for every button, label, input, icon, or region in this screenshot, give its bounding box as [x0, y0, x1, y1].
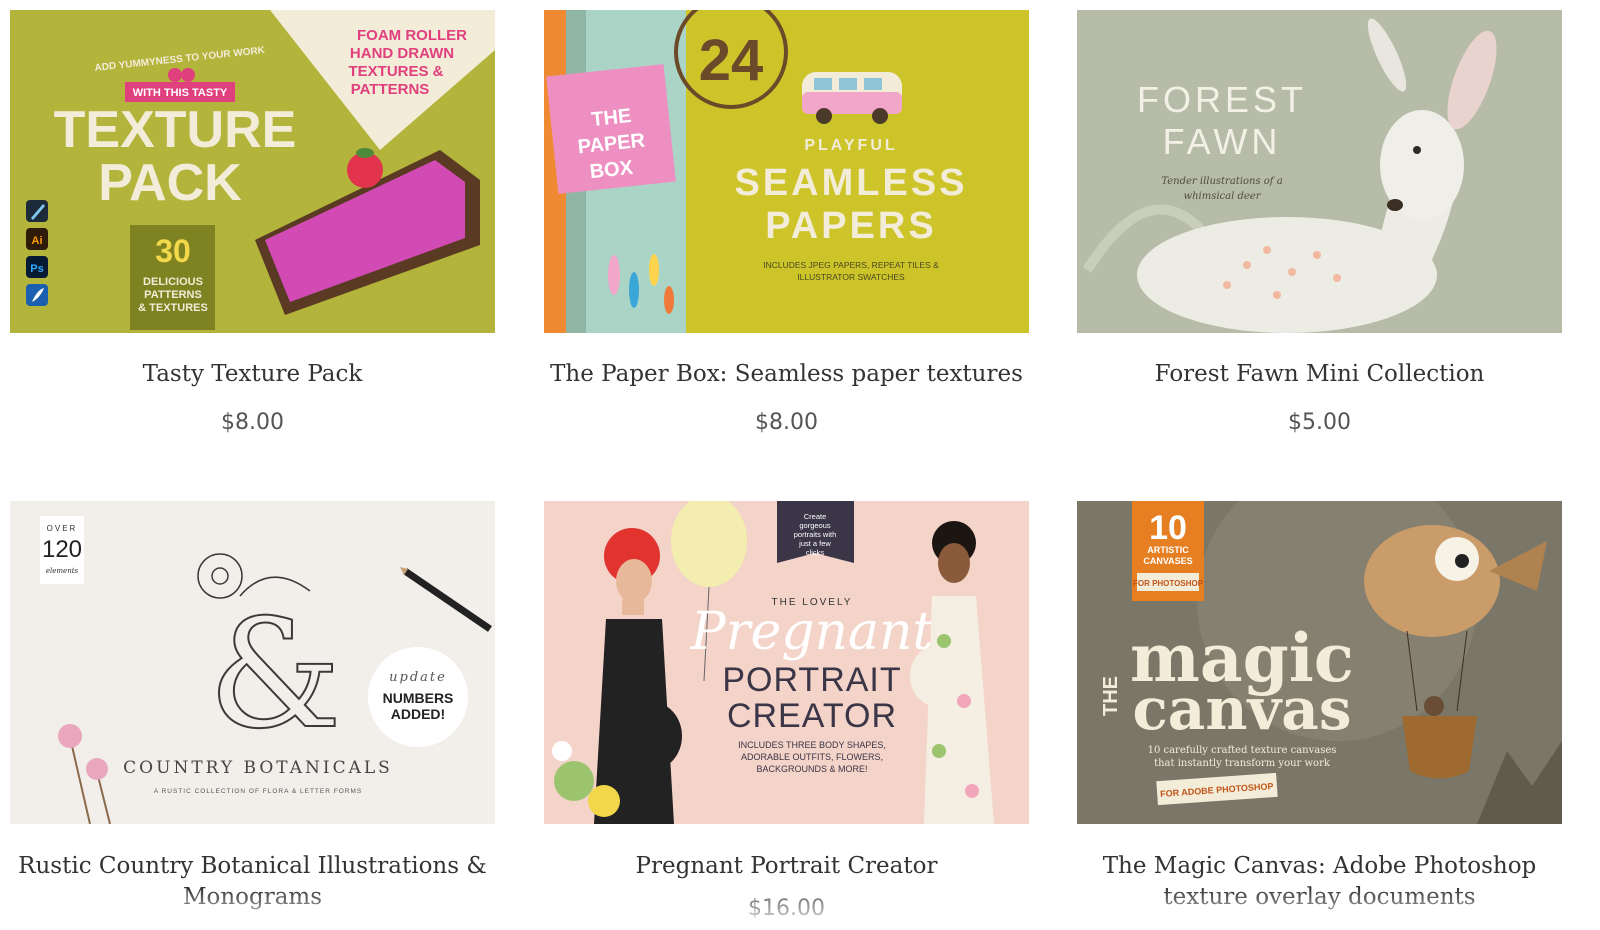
art-headline-2: CREATOR [727, 697, 897, 735]
art-corner-4: PATTERNS [351, 81, 430, 98]
art-headline-2: FAWN [1163, 121, 1282, 162]
art-badge-2: ADDED! [391, 706, 445, 722]
art-elements: elements [46, 567, 79, 575]
art-headline-2: PACK [98, 154, 242, 212]
product-title[interactable]: The Magic Canvas: Adobe Photoshop textur… [1077, 851, 1562, 913]
art-badge-1: NUMBERS [383, 690, 454, 706]
art-count-1: ARTISTIC [1147, 545, 1189, 555]
art-headline-2: PAPERS [765, 205, 936, 247]
product-price: $16.00 [748, 896, 825, 921]
art-count-3: FOR PHOTOSHOP [1133, 579, 1204, 588]
art-headline-2: canvas [1132, 675, 1351, 743]
product-price: $5.00 [1288, 410, 1351, 435]
art-small-3: BACKGROUNDS & MORE! [756, 764, 867, 774]
art-small-2: ADORABLE OUTFITS, FLOWERS, [741, 752, 883, 762]
product-image[interactable]: 10 ARTISTIC CANVASES FOR PHOTOSHOP THE m… [1077, 501, 1562, 824]
product-image[interactable]: FOAM ROLLER HAND DRAWN TEXTURES & PATTER… [10, 10, 495, 333]
svg-text:Ai: Ai [32, 235, 43, 247]
art-the: THE [1100, 676, 1122, 716]
art-tag-2: gorgeous [799, 521, 831, 530]
art-tagline-2: whimsical deer [1184, 191, 1262, 202]
art-corner-1: FOAM ROLLER [357, 27, 467, 44]
art-small-1: INCLUDES THREE BODY SHAPES, [738, 740, 886, 750]
art-headline-1: PORTRAIT [722, 661, 901, 699]
art-count-2: CANVASES [1143, 556, 1192, 566]
art-headline-1: SEAMLESS [734, 162, 967, 204]
product-title[interactable]: Rustic Country Botanical Illustrations &… [10, 851, 495, 913]
product-title[interactable]: Forest Fawn Mini Collection [1077, 359, 1562, 390]
art-count-3: & TEXTURES [138, 302, 208, 314]
svg-text:Ps: Ps [30, 263, 43, 275]
product-image[interactable]: Create gorgeous portraits with just a fe… [544, 501, 1029, 824]
art-box-3: BOX [589, 157, 635, 183]
product-title[interactable]: Tasty Texture Pack [10, 359, 495, 390]
product-image[interactable]: FOREST FAWN Tender illustrations of a wh… [1077, 10, 1562, 333]
art-count: 24 [699, 28, 764, 93]
art-corner-2: HAND DRAWN [350, 45, 454, 62]
art-sub: PLAYFUL [804, 137, 897, 154]
art-over: OVER [47, 524, 78, 533]
product-price: $8.00 [755, 410, 818, 435]
art-tag-4: just a few [798, 539, 831, 548]
art-corner-3: TEXTURES & [348, 63, 443, 80]
product-image[interactable]: THE PAPER BOX 24 PLAYFUL SEAMLESS PAPERS… [544, 10, 1029, 333]
art-small-1: 10 carefully crafted texture canvases [1148, 745, 1337, 756]
art-script: Pregnant [690, 602, 934, 662]
art-tag-3: portraits with [794, 530, 837, 539]
art-small-2: ILLUSTRATOR SWATCHES [797, 272, 905, 282]
svg-text:&: & [208, 588, 342, 762]
art-count-1: DELICIOUS [143, 276, 203, 288]
art-count: 30 [155, 233, 191, 269]
art-ribbon: WITH THIS TASTY [133, 87, 228, 99]
art-tag-1: Create [804, 512, 827, 521]
art-headline-1: TEXTURE [54, 101, 297, 159]
art-count: 10 [1149, 509, 1187, 547]
product-title[interactable]: The Paper Box: Seamless paper textures [544, 359, 1029, 390]
art-headline-1: FOREST [1137, 79, 1307, 120]
art-small-1: INCLUDES JPEG PAPERS, REPEAT TILES & [763, 260, 939, 270]
art-count: 120 [42, 536, 82, 563]
art-box-1: THE [590, 105, 632, 131]
art-tag-5: clicks [806, 548, 825, 557]
product-price: $8.00 [221, 410, 284, 435]
art-headline: COUNTRY BOTANICALS [123, 758, 393, 778]
product-image[interactable]: OVER 120 elements & update NUMBERS ADDED… [10, 501, 495, 824]
art-small: A RUSTIC COLLECTION OF FLORA & LETTER FO… [154, 788, 362, 795]
art-update: update [389, 670, 447, 685]
art-count-2: PATTERNS [144, 289, 202, 301]
product-title[interactable]: Pregnant Portrait Creator [544, 851, 1029, 882]
art-tagline-1: Tender illustrations of a [1161, 176, 1282, 187]
art-small-2: that instantly transform your work [1154, 758, 1331, 769]
